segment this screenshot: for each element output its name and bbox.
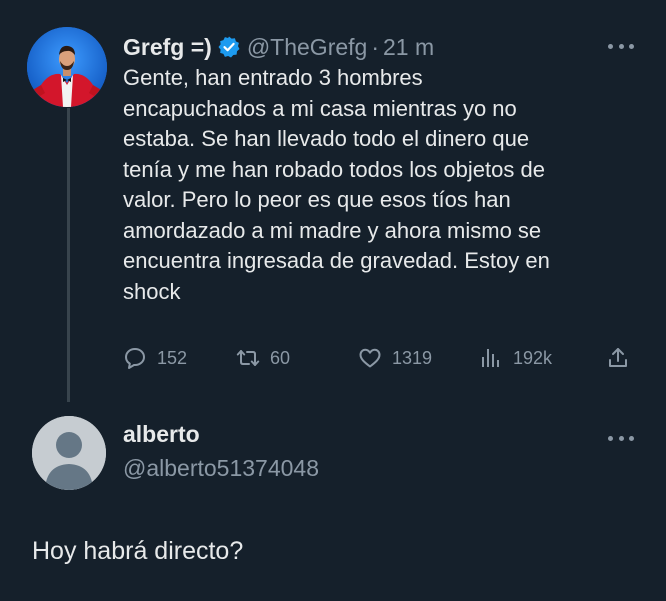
- tweet-header: Grefg =) @TheGrefg · 21 m: [123, 30, 434, 64]
- more-icon[interactable]: [608, 432, 634, 444]
- like-count: 1319: [392, 347, 433, 368]
- avatar[interactable]: [32, 416, 106, 490]
- reply-handle[interactable]: @alberto51374048: [123, 455, 319, 482]
- reply-text: Hoy habrá directo?: [32, 537, 244, 565]
- tweet-text-line: amordazado a mi madre y ahora mismo se: [123, 217, 542, 243]
- heart-icon: [358, 346, 382, 370]
- reply-count: 152: [157, 347, 188, 368]
- retweet-button[interactable]: 60: [236, 343, 290, 373]
- reply-icon: [123, 346, 147, 370]
- tweet-text: Gente, han entrado 3 hombres encapuchado…: [123, 63, 648, 307]
- tweet-text-line: shock: [123, 278, 181, 304]
- reply-button[interactable]: 152: [123, 343, 187, 373]
- reply-display-name[interactable]: alberto: [123, 421, 200, 448]
- views-icon: [479, 346, 503, 370]
- like-button[interactable]: 1319: [358, 343, 432, 373]
- share-button[interactable]: [606, 343, 630, 373]
- tweet-actions: 152 60 1319 192k: [123, 343, 638, 373]
- tweet-text-line: Gente, han entrado 3 hombres: [123, 65, 423, 90]
- share-icon: [606, 346, 630, 370]
- handle[interactable]: @TheGrefg: [247, 34, 368, 61]
- tweet-text-line: estaba. Se han llevado todo el dinero qu…: [123, 126, 530, 151]
- separator-dot: ·: [371, 33, 380, 60]
- display-name[interactable]: Grefg =): [123, 34, 212, 61]
- verified-badge-icon: [217, 35, 241, 59]
- thread-line: [67, 108, 70, 402]
- timestamp[interactable]: 21 m: [383, 34, 434, 61]
- tweet-text-line: encapuchados a mi casa mientras yo no: [123, 95, 517, 121]
- tweet-text-line: valor. Pero lo peor es que esos tíos han: [123, 187, 511, 212]
- tweet-text-line: tenía y me han robado todos los objetos …: [123, 156, 545, 182]
- views-count: 192k: [513, 347, 553, 368]
- more-icon[interactable]: [608, 40, 634, 52]
- retweet-icon: [236, 346, 260, 370]
- views-button[interactable]: 192k: [479, 343, 552, 373]
- avatar[interactable]: [27, 27, 107, 107]
- retweet-count: 60: [270, 347, 291, 368]
- tweet-text-line: encuentra ingresada de gravedad. Estoy e…: [123, 248, 550, 273]
